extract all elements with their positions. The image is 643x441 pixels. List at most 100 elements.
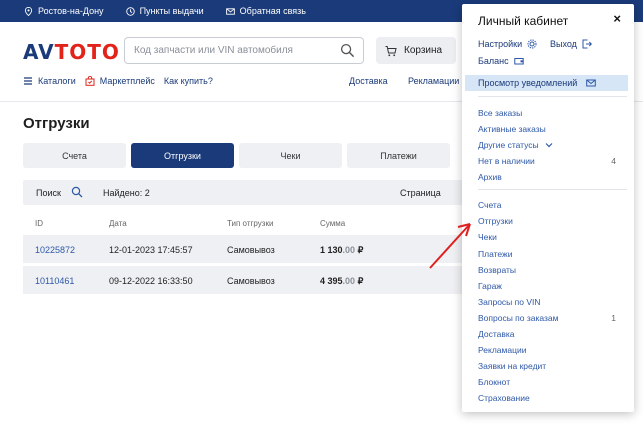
menu-item-insurance[interactable]: Страхование — [478, 393, 530, 403]
location-pin-icon — [24, 6, 33, 16]
menu-item-order-questions[interactable]: Вопросы по заказам — [478, 313, 559, 323]
pickup-points-link[interactable]: Пункты выдачи — [125, 6, 204, 16]
sum-cents: .00 — [342, 276, 356, 286]
sub-navigation: Каталоги Маркетплейс Как купить? — [23, 76, 222, 86]
tab-shipments[interactable]: Отгрузки — [131, 143, 234, 168]
city-selector[interactable]: Ростов-на-Дону — [24, 6, 104, 16]
shipment-type: Самовывоз — [227, 276, 275, 286]
cart-icon — [385, 45, 397, 56]
divider — [478, 189, 627, 190]
menu-item-returns[interactable]: Возвраты — [478, 265, 516, 275]
notifications-label: Просмотр уведомлений — [478, 78, 578, 88]
menu-item-invoices[interactable]: Счета — [478, 200, 501, 210]
feedback-link[interactable]: Обратная связь — [225, 6, 306, 16]
order-questions-count: 1 — [611, 313, 616, 323]
out-of-stock-count: 4 — [611, 156, 616, 166]
shipment-sum: 1 130.00 ₽ — [320, 245, 363, 256]
mail-icon — [225, 7, 235, 15]
mail-icon — [586, 79, 596, 87]
column-header-id: ID — [35, 219, 43, 228]
annotation-arrow — [429, 223, 471, 269]
menu-item-credit-applications[interactable]: Заявки на кредит — [478, 361, 546, 371]
menu-item-other-statuses[interactable]: Другие статусы — [478, 140, 554, 150]
tab-invoices[interactable]: Счета — [23, 143, 126, 168]
settings-label: Настройки — [478, 39, 523, 49]
menu-icon — [24, 77, 32, 85]
logout-icon — [582, 39, 592, 49]
settings-link[interactable]: Настройки — [478, 39, 537, 49]
results-count: Найдено: 2 — [103, 188, 150, 198]
close-icon[interactable]: × — [613, 11, 621, 26]
catalogs-label: Каталоги — [38, 76, 76, 86]
search-icon[interactable] — [71, 186, 83, 198]
wallet-icon — [513, 58, 524, 65]
menu-item-vin-requests[interactable]: Запросы по VIN — [478, 297, 541, 307]
sum-main: 1 130 — [320, 245, 343, 255]
menu-item-notepad[interactable]: Блокнот — [478, 377, 510, 387]
table-row[interactable]: 10110461 09-12-2022 16:33:50 Самовывоз 4… — [23, 266, 463, 294]
menu-item-out-of-stock[interactable]: Нет в наличии — [478, 156, 535, 166]
pagination-label: Страница — [400, 188, 441, 198]
logout-link[interactable]: Выход — [550, 39, 592, 49]
menu-item-delivery[interactable]: Доставка — [478, 329, 515, 339]
menu-item-archive[interactable]: Архив — [478, 172, 502, 182]
logout-label: Выход — [550, 39, 577, 49]
marketplace-bag-icon — [85, 76, 95, 86]
currency-sign: ₽ — [357, 276, 364, 286]
shipment-id-link[interactable]: 10110461 — [35, 276, 74, 286]
catalogs-link[interactable]: Каталоги — [23, 76, 76, 86]
table-row[interactable]: 10225872 12-01-2023 17:45:57 Самовывоз 1… — [23, 235, 463, 263]
menu-item-active-orders[interactable]: Активные заказы — [478, 124, 546, 134]
menu-item-reclamations[interactable]: Рекламации — [478, 345, 526, 355]
menu-item-garage[interactable]: Гараж — [478, 281, 502, 291]
search-icon[interactable] — [340, 43, 355, 58]
marketplace-link[interactable]: Маркетплейс — [85, 76, 155, 86]
city-label: Ростов-на-Дону — [38, 6, 104, 16]
currency-sign: ₽ — [357, 245, 364, 255]
menu-item-receipts[interactable]: Чеки — [478, 232, 497, 242]
tab-payments[interactable]: Платежи — [347, 143, 450, 168]
gear-icon — [527, 39, 537, 49]
column-header-sum: Сумма — [320, 219, 346, 228]
shipment-id-link[interactable]: 10225872 — [35, 245, 75, 255]
account-dropdown: Личный кабинет × Настройки Выход Баланс … — [462, 4, 634, 412]
reclamations-link[interactable]: Рекламации — [408, 76, 459, 86]
menu-item-shipments[interactable]: Отгрузки — [478, 216, 513, 226]
menu-item-all-orders[interactable]: Все заказы — [478, 108, 522, 118]
table-search-button[interactable]: Поиск — [36, 188, 61, 198]
sum-main: 4 395 — [320, 276, 343, 286]
logo[interactable]: AVTOTO — [23, 40, 120, 64]
menu-item-payments[interactable]: Платежи — [478, 249, 512, 259]
logo-text-main: AV — [23, 40, 55, 64]
table-toolbar: Поиск Найдено: 2 Страница — [23, 180, 463, 205]
marketplace-label: Маркетплейс — [99, 76, 155, 86]
page-tabs: Счета Отгрузки Чеки Платежи — [23, 143, 455, 168]
balance-label: Баланс — [478, 56, 509, 66]
balance-link[interactable]: Баланс — [478, 56, 524, 66]
delivery-link[interactable]: Доставка — [349, 76, 388, 86]
other-statuses-label: Другие статусы — [478, 140, 539, 150]
shipment-type: Самовывоз — [227, 245, 275, 255]
cart-label: Корзина — [404, 45, 443, 56]
feedback-label: Обратная связь — [239, 6, 306, 16]
search-input[interactable] — [125, 38, 325, 63]
cart-button[interactable]: Корзина — [376, 37, 456, 64]
sum-cents: .00 — [342, 245, 356, 255]
divider — [478, 96, 627, 97]
chevron-down-icon — [545, 143, 553, 148]
shipment-date: 12-01-2023 17:45:57 — [109, 245, 193, 255]
how-to-buy-label: Как купить? — [163, 76, 213, 86]
column-header-date: Дата — [109, 219, 127, 228]
logo-text-accent: TOTO — [54, 40, 120, 64]
pickup-points-label: Пункты выдачи — [139, 6, 204, 16]
shipment-sum: 4 395.00 ₽ — [320, 276, 363, 287]
tab-receipts[interactable]: Чеки — [239, 143, 342, 168]
view-notifications-link[interactable]: Просмотр уведомлений — [465, 75, 628, 91]
shipment-date: 09-12-2022 16:33:50 — [109, 276, 193, 286]
page-title: Отгрузки — [23, 115, 90, 132]
account-dropdown-title: Личный кабинет — [478, 14, 569, 28]
how-to-buy-link[interactable]: Как купить? — [164, 76, 213, 86]
clock-icon — [125, 6, 135, 16]
search-box — [124, 37, 364, 64]
column-header-type: Тип отгрузки — [227, 219, 274, 228]
